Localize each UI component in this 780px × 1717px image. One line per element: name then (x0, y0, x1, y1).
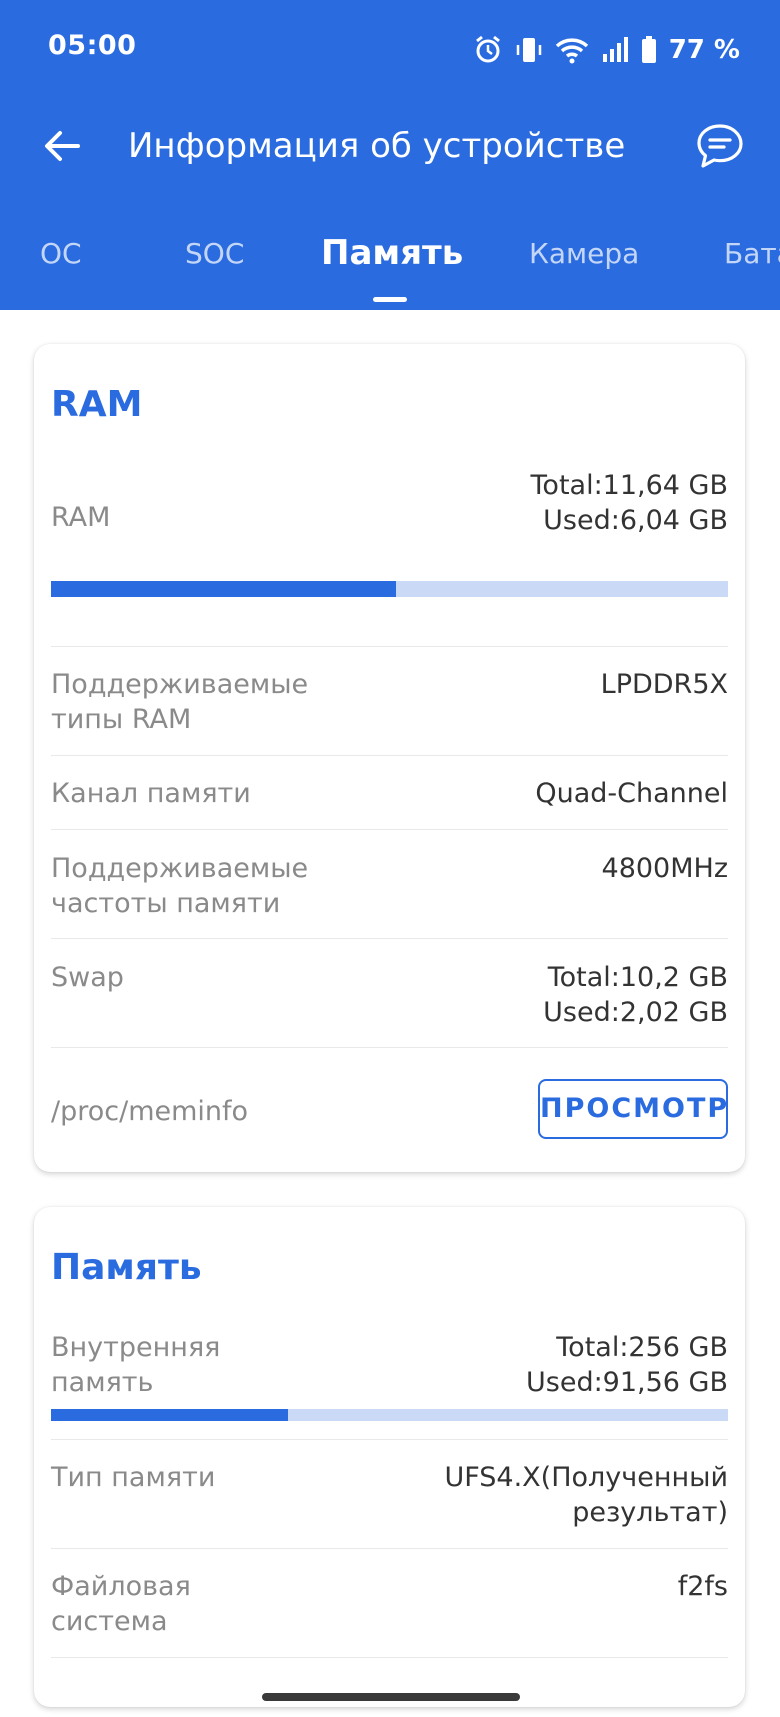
label-line: Внутренняя (51, 1332, 221, 1363)
internal-storage-total: Total:256 GB (556, 1332, 728, 1363)
memory-frequency-label: Поддерживаемые частоты памяти (51, 851, 308, 921)
feedback-button[interactable] (690, 118, 750, 174)
label-line: система (51, 1606, 168, 1637)
status-time: 05:00 (48, 30, 137, 61)
battery-icon (641, 36, 657, 64)
label-line: частоты памяти (51, 888, 281, 919)
page-title: Информация об устройстве (128, 126, 626, 166)
divider (51, 1548, 728, 1549)
ram-used: Used:6,04 GB (543, 505, 728, 536)
gesture-nav-handle[interactable] (262, 1693, 520, 1701)
swap-total: Total:10,2 GB (547, 962, 728, 993)
app-header: 05:00 77 % Информация об устройстве ОС S… (0, 0, 780, 310)
ram-label: RAM (51, 502, 111, 533)
card-title: Память (51, 1247, 202, 1288)
divider (51, 646, 728, 647)
divider (51, 1047, 728, 1048)
signal-icon (601, 36, 629, 64)
filesystem-value: f2fs (677, 1571, 728, 1602)
meminfo-label: /proc/meminfo (51, 1096, 249, 1127)
label-line: память (51, 1367, 154, 1398)
wifi-icon (555, 36, 589, 64)
swap-used: Used:2,02 GB (543, 997, 728, 1028)
divider (51, 755, 728, 756)
value-line: результат) (572, 1497, 728, 1528)
tab-camera[interactable]: Камера (529, 237, 639, 270)
tab-indicator (373, 297, 407, 302)
vibrate-icon (515, 35, 543, 65)
ram-types-value: LPDDR5X (600, 669, 728, 700)
ram-types-label: Поддерживаемые типы RAM (51, 667, 308, 737)
divider (51, 938, 728, 939)
battery-percent: 77 % (668, 35, 740, 65)
internal-storage-used: Used:91,56 GB (526, 1367, 728, 1398)
storage-usage-fill (51, 1409, 288, 1421)
tab-soc[interactable]: SOC (185, 237, 244, 270)
arrow-left-icon (45, 131, 80, 161)
divider (51, 829, 728, 830)
internal-storage-label: Внутренняя память (51, 1330, 220, 1400)
tab-os[interactable]: ОС (40, 237, 82, 270)
ram-total: Total:11,64 GB (530, 470, 728, 501)
ram-usage-fill (51, 581, 397, 597)
ram-usage-bar (51, 581, 728, 597)
back-button[interactable] (38, 122, 86, 170)
label-line: Поддерживаемые (51, 669, 309, 700)
swap-label: Swap (51, 962, 124, 993)
memory-channel-label: Канал памяти (51, 778, 251, 809)
storage-card: Память Внутренняя память Total:256 GB Us… (34, 1207, 745, 1707)
status-icons: 77 % (473, 30, 740, 70)
card-title: RAM (51, 384, 143, 425)
divider (51, 1439, 728, 1440)
label-line: типы RAM (51, 704, 192, 735)
memory-channel-value: Quad-Channel (535, 778, 728, 809)
ram-card: RAM RAM Total:11,64 GB Used:6,04 GB Подд… (34, 344, 745, 1172)
view-meminfo-button[interactable]: ПРОСМОТР (538, 1079, 728, 1139)
storage-usage-bar (51, 1409, 728, 1421)
storage-type-label: Тип памяти (51, 1462, 216, 1493)
tab-battery[interactable]: Бата (724, 237, 780, 270)
storage-type-value: UFS4.X(Полученный результат) (444, 1460, 728, 1530)
label-line: Поддерживаемые (51, 853, 309, 884)
label-line: Файловая (51, 1571, 191, 1602)
alarm-icon (473, 35, 503, 65)
tab-memory[interactable]: Память (321, 233, 463, 273)
chat-bubble-icon (697, 124, 743, 168)
tab-bar: ОС SOC Память Камера Бата (0, 225, 780, 310)
filesystem-label: Файловая система (51, 1569, 191, 1639)
value-line: UFS4.X(Полученный (444, 1462, 728, 1493)
memory-frequency-value: 4800MHz (601, 853, 728, 884)
divider (51, 1657, 728, 1658)
